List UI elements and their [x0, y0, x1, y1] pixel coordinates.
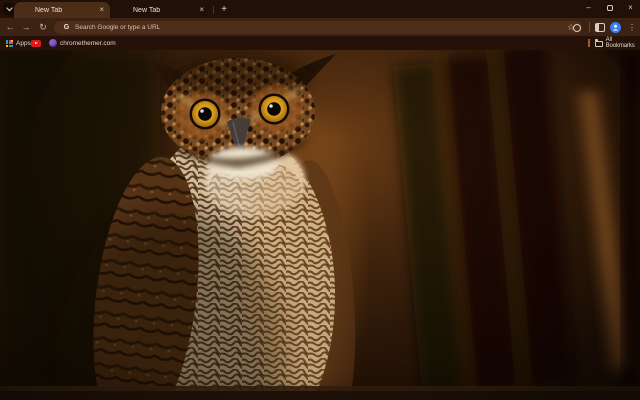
youtube-icon — [31, 39, 41, 47]
tab-divider — [213, 6, 214, 14]
folder-icon — [595, 39, 603, 47]
maximize-button[interactable] — [602, 1, 617, 15]
tab-favicon — [21, 6, 30, 15]
forward-button[interactable]: → — [19, 20, 33, 34]
extensions-icon[interactable] — [573, 24, 581, 32]
main-image — [0, 50, 640, 400]
address-input[interactable] — [75, 23, 567, 31]
all-bookmarks-button[interactable]: All Bookmarks — [595, 36, 640, 50]
browser-window: New Tab × New Tab × + – × ← → ↻ G ☆ — [0, 0, 640, 400]
tab-favicon — [119, 6, 128, 15]
minimize-button[interactable]: – — [581, 1, 596, 15]
bookmark-label: chromethemer.com — [60, 39, 116, 47]
chevron-down-icon — [6, 6, 13, 11]
tab-new-tab-inactive[interactable]: New Tab × — [112, 2, 210, 18]
profile-avatar[interactable] — [610, 21, 621, 33]
chromethemer-favicon — [49, 39, 57, 47]
close-button[interactable]: × — [623, 1, 638, 15]
apps-grid-icon — [6, 39, 13, 47]
all-bookmarks-label: All Bookmarks — [605, 37, 635, 49]
back-button[interactable]: ← — [3, 20, 17, 34]
new-tab-button[interactable]: + — [217, 2, 231, 16]
address-bar[interactable]: G ☆ — [54, 20, 582, 34]
window-controls: – × — [581, 0, 638, 15]
reload-button[interactable]: ↻ — [36, 20, 50, 34]
google-g-icon: G — [63, 23, 70, 31]
person-icon — [612, 24, 619, 30]
tab-strip: New Tab × New Tab × + – × — [0, 0, 640, 18]
toolbar: ← → ↻ G ☆ ⋮ — [0, 18, 640, 36]
tab-close-icon[interactable]: × — [99, 6, 104, 14]
apps-label: Apps — [16, 39, 31, 47]
bookmark-chromethemer[interactable]: chromethemer.com — [49, 36, 116, 50]
tab-title: New Tab — [35, 6, 63, 14]
side-panel-icon[interactable] — [595, 23, 605, 32]
bookmarks-divider — [588, 39, 590, 47]
toolbar-divider — [589, 22, 590, 32]
tab-close-icon[interactable]: × — [199, 6, 204, 14]
tab-title: New Tab — [133, 6, 161, 14]
maximize-icon — [606, 4, 613, 11]
tab-new-tab-active[interactable]: New Tab × — [14, 2, 110, 18]
menu-icon[interactable]: ⋮ — [626, 20, 638, 34]
apps-shortcut[interactable]: Apps — [6, 36, 31, 50]
bookmark-youtube[interactable] — [31, 36, 41, 50]
bookmarks-bar: Apps chromethemer.com All Bookmarks — [0, 36, 640, 50]
